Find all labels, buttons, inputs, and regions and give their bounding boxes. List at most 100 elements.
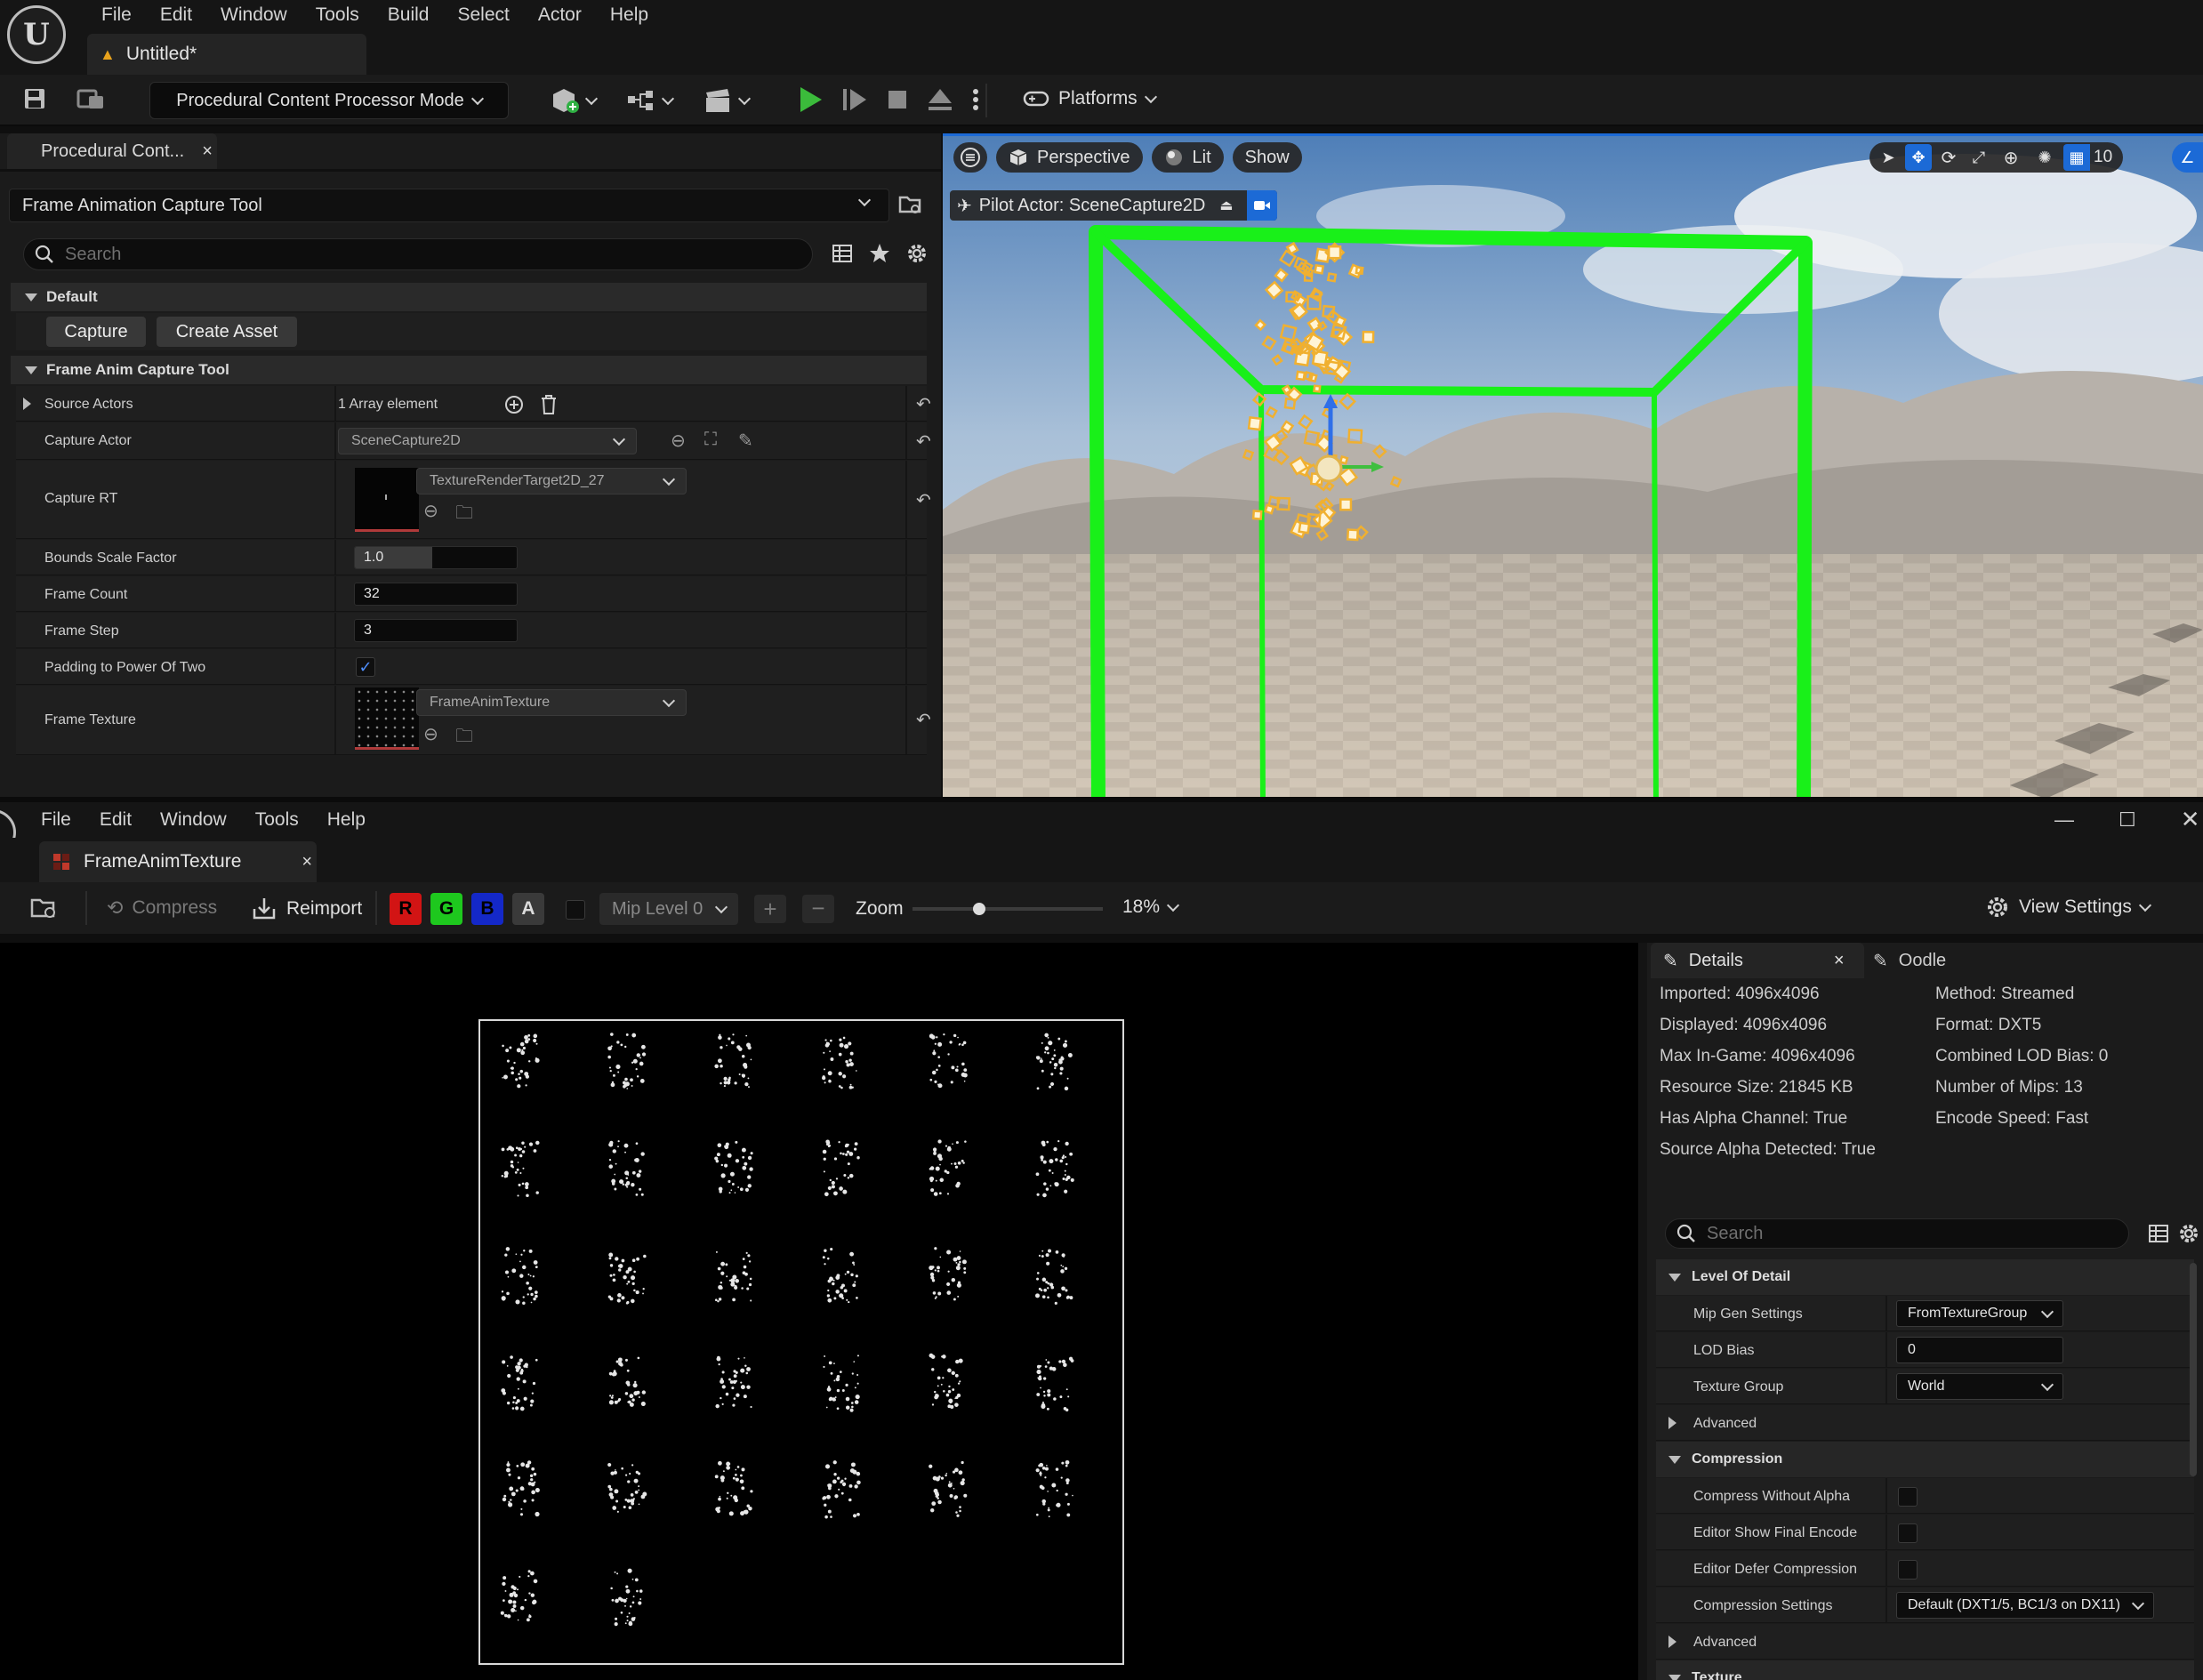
texture-group-dropdown[interactable]: World xyxy=(1896,1373,2063,1400)
world-local-icon[interactable]: ⊕ xyxy=(1996,144,2026,171)
use-selected-icon[interactable]: ⊖ xyxy=(423,723,438,745)
compression-advanced-row[interactable]: Advanced xyxy=(1656,1624,2194,1660)
use-selected-icon[interactable]: ⊖ xyxy=(671,430,686,452)
blue-channel-toggle[interactable]: B xyxy=(471,893,503,925)
eject-icon[interactable] xyxy=(927,85,953,114)
menu-help[interactable]: Help xyxy=(596,0,663,30)
tex-menu-help[interactable]: Help xyxy=(313,805,380,835)
menu-file[interactable]: File xyxy=(87,0,146,30)
tex-menu-tools[interactable]: Tools xyxy=(241,805,313,835)
mip-gen-dropdown[interactable]: FromTextureGroup xyxy=(1896,1300,2063,1327)
expand-arrow-icon[interactable] xyxy=(23,398,31,410)
reimport-button[interactable]: Reimport xyxy=(251,896,362,921)
capture-rt-thumbnail[interactable] xyxy=(355,468,419,532)
section-frame-anim-capture[interactable]: Frame Anim Capture Tool xyxy=(11,356,927,384)
browse-texture-icon[interactable] xyxy=(30,895,59,921)
eject-pilot-icon[interactable]: ⏏ xyxy=(1212,197,1240,214)
browse-folder-icon[interactable]: 🗀 xyxy=(455,723,473,753)
maximize-icon[interactable]: ☐ xyxy=(2119,808,2136,832)
zoom-slider-knob[interactable] xyxy=(972,903,985,915)
close-icon[interactable]: × xyxy=(1834,951,1845,971)
reset-arrow-icon[interactable]: ↶ xyxy=(916,709,931,731)
lit-button[interactable]: Lit xyxy=(1151,142,1224,173)
settings-gear-icon[interactable] xyxy=(2177,1222,2200,1245)
menu-select[interactable]: Select xyxy=(443,0,523,30)
window-close-icon[interactable]: ✕ xyxy=(2181,806,2200,833)
use-selected-icon[interactable]: ⊖ xyxy=(423,500,438,522)
oodle-tab[interactable]: ✎ Oodle xyxy=(1873,943,1946,978)
create-asset-button[interactable]: Create Asset xyxy=(157,317,297,347)
level-tab[interactable]: ▲ Untitled* xyxy=(87,34,366,75)
scale-icon[interactable]: ⤢ xyxy=(1966,144,1992,171)
save-icon[interactable] xyxy=(23,87,46,110)
menu-build[interactable]: Build xyxy=(374,0,444,30)
details-search-input[interactable]: Search xyxy=(23,238,813,270)
grid-snap-icon[interactable]: ▦ xyxy=(2063,144,2090,171)
section-level-of-detail[interactable]: Level Of Detail xyxy=(1656,1259,2194,1295)
tex-menu-window[interactable]: Window xyxy=(146,805,241,835)
texture-preview-viewport[interactable] xyxy=(0,943,1638,1680)
table-view-icon[interactable] xyxy=(2147,1222,2170,1245)
delete-trash-icon[interactable] xyxy=(539,394,559,415)
close-icon[interactable]: × xyxy=(202,141,213,162)
frame-texture-dropdown[interactable]: FrameAnimTexture xyxy=(416,689,687,716)
lod-bias-input[interactable]: 0 xyxy=(1896,1337,2063,1363)
browse-folder-icon[interactable]: 🗀 xyxy=(455,500,473,530)
level-viewport[interactable] xyxy=(943,133,2203,802)
frame-step-input[interactable]: 3 xyxy=(354,619,518,642)
show-button[interactable]: Show xyxy=(1232,142,1302,173)
alpha-channel-toggle[interactable]: A xyxy=(512,893,544,925)
compression-settings-dropdown[interactable]: Default (DXT1/5, BC1/3 on DX11) xyxy=(1896,1592,2154,1619)
green-channel-toggle[interactable]: G xyxy=(430,893,462,925)
menu-tools[interactable]: Tools xyxy=(302,0,374,30)
grid-snap-value[interactable]: 10 xyxy=(2094,148,2118,167)
camera-lock-icon[interactable] xyxy=(1247,190,1278,221)
show-final-encode-checkbox[interactable] xyxy=(1898,1523,1918,1543)
section-texture[interactable]: Texture xyxy=(1656,1660,2194,1680)
capture-rt-dropdown[interactable]: TextureRenderTarget2D_27 xyxy=(416,468,687,494)
lod-advanced-row[interactable]: Advanced xyxy=(1656,1405,2194,1441)
menu-window[interactable]: Window xyxy=(206,0,302,30)
padding-pow2-checkbox[interactable]: ✓ xyxy=(356,657,375,677)
mip-minus-icon[interactable]: − xyxy=(802,895,834,923)
add-element-icon[interactable] xyxy=(503,394,525,415)
angle-snap-icon[interactable]: ∠ xyxy=(2172,142,2203,173)
surface-snap-icon[interactable]: ✺ xyxy=(2030,144,2060,171)
section-default[interactable]: Default xyxy=(11,283,927,311)
table-view-icon[interactable] xyxy=(831,242,854,265)
menu-actor[interactable]: Actor xyxy=(524,0,596,30)
perspective-button[interactable]: Perspective xyxy=(996,142,1143,173)
play-icon[interactable] xyxy=(797,85,824,114)
details-panel-search-input[interactable]: Search xyxy=(1665,1218,2129,1249)
bounds-scale-slider[interactable]: 1.0 xyxy=(354,546,518,569)
browse-asset-icon[interactable] xyxy=(898,192,923,217)
compress-without-alpha-checkbox[interactable] xyxy=(1898,1487,1918,1507)
frame-count-input[interactable]: 32 xyxy=(354,583,518,606)
tex-menu-file[interactable]: File xyxy=(27,805,85,835)
capture-actor-dropdown[interactable]: SceneCapture2D xyxy=(338,428,637,454)
frame-texture-thumbnail[interactable] xyxy=(355,687,419,750)
tex-menu-edit[interactable]: Edit xyxy=(85,805,146,835)
browse-level-icon[interactable] xyxy=(76,87,107,110)
view-settings-button[interactable]: View Settings xyxy=(1985,895,2151,920)
reset-arrow-icon[interactable]: ↶ xyxy=(916,489,931,511)
tool-selector[interactable]: Frame Animation Capture Tool xyxy=(9,189,889,222)
eyedropper-icon[interactable]: ✎ xyxy=(738,430,753,452)
favorite-star-icon[interactable] xyxy=(868,242,891,265)
red-channel-toggle[interactable]: R xyxy=(390,893,422,925)
panel-splitter[interactable] xyxy=(1638,943,1647,1680)
select-actor-icon[interactable]: ⛶ xyxy=(704,430,717,450)
mode-selector[interactable]: Procedural Content Processor Mode xyxy=(149,82,509,119)
minimize-icon[interactable]: — xyxy=(2054,808,2074,832)
details-scrollbar[interactable] xyxy=(2190,1263,2197,1476)
mip-plus-icon[interactable]: + xyxy=(754,895,786,923)
select-cursor-icon[interactable]: ➤ xyxy=(1875,144,1901,171)
capture-button[interactable]: Capture xyxy=(46,317,146,347)
texture-asset-tab[interactable]: FrameAnimTexture × xyxy=(39,841,317,882)
more-options-icon[interactable] xyxy=(971,85,980,114)
move-icon[interactable]: ✥ xyxy=(1905,144,1932,171)
panel-tab[interactable]: Procedural Cont... × xyxy=(7,133,217,169)
zoom-slider[interactable] xyxy=(913,903,1103,915)
defer-compression-checkbox[interactable] xyxy=(1898,1560,1918,1580)
settings-gear-icon[interactable] xyxy=(905,242,929,265)
